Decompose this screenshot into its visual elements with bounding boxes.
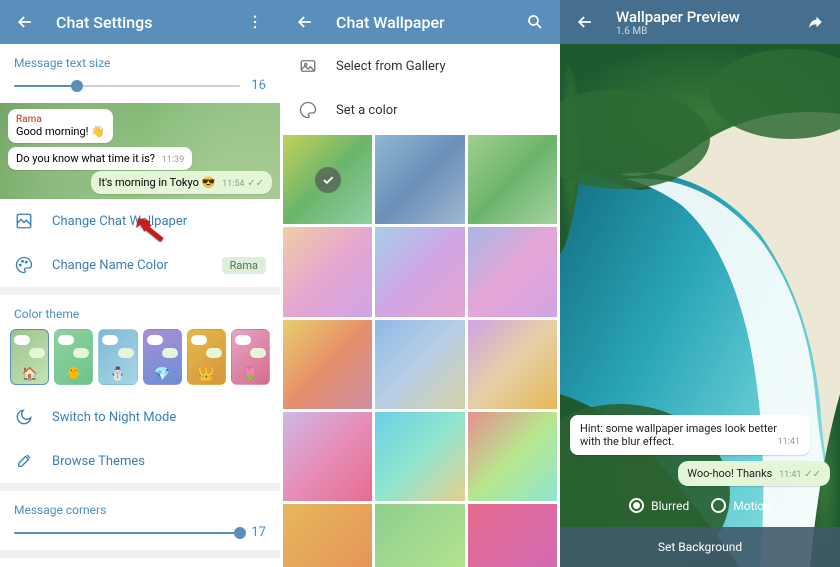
gallery-label: Select from Gallery [336, 59, 446, 74]
theme-chip[interactable]: 🏠 [10, 329, 49, 385]
header: Wallpaper Preview 1.6 MB [560, 0, 840, 44]
chat-settings-screen: Chat Settings Message text size 16 Rama … [0, 0, 280, 567]
hint-text: Hint: some wallpaper images look better … [580, 422, 777, 448]
change-name-color-row[interactable]: Change Name Color Rama [0, 243, 280, 287]
wallpaper-tile[interactable] [375, 227, 464, 316]
theme-chip[interactable]: 👑 [187, 329, 226, 385]
wallpaper-tile[interactable] [375, 320, 464, 409]
wallpaper-icon [14, 211, 34, 231]
checks-icon: ✓✓ [804, 469, 821, 480]
corners-value: 17 [250, 525, 266, 540]
check-icon [315, 167, 341, 193]
wallpaper-tile[interactable] [375, 412, 464, 501]
search-icon[interactable] [524, 11, 546, 33]
browse-themes-label: Browse Themes [52, 454, 145, 469]
text-size-value: 16 [250, 78, 266, 93]
text-size-slider[interactable]: 16 [0, 78, 280, 103]
theme-row: 🏠🐥⛄💎👑🌷 [0, 329, 280, 395]
motion-toggle[interactable]: Motion [711, 498, 771, 513]
chat-wallpaper-screen: Chat Wallpaper Select from Gallery Set a… [280, 0, 560, 567]
preview-msg2: Do you know what time it is? [16, 152, 155, 165]
back-icon[interactable] [14, 11, 36, 33]
corners-slider[interactable]: 17 [0, 525, 280, 550]
blurred-label: Blurred [651, 499, 689, 513]
radio-icon [711, 498, 726, 513]
wallpaper-tile[interactable] [468, 412, 557, 501]
night-mode-label: Switch to Night Mode [52, 410, 176, 425]
wallpaper-tile[interactable] [283, 504, 372, 567]
theme-chip[interactable]: 🌷 [231, 329, 270, 385]
preview-msg3-time: 11:54 [222, 179, 244, 189]
gallery-icon [298, 56, 318, 76]
wallpaper-tile[interactable] [375, 504, 464, 567]
reply-time: 11:41 [779, 470, 801, 480]
radio-icon [629, 498, 644, 513]
palette-icon [298, 100, 318, 120]
wallpaper-tile[interactable] [468, 320, 557, 409]
toggle-row: Blurred Motion [629, 498, 771, 513]
wallpaper-tile[interactable] [468, 227, 557, 316]
motion-label: Motion [733, 499, 771, 513]
page-title: Chat Settings [56, 13, 244, 32]
select-from-gallery-row[interactable]: Select from Gallery [280, 44, 560, 88]
theme-chip[interactable]: ⛄ [98, 329, 137, 385]
browse-themes-row[interactable]: Browse Themes [0, 439, 280, 483]
chat-list-view-label: Chat list view [0, 558, 280, 567]
moon-icon [14, 407, 34, 427]
wallpaper-preview: Hint: some wallpaper images look better … [560, 44, 840, 567]
preview-msg3: It's morning in Tokyo 😎 [99, 176, 216, 189]
set-color-row[interactable]: Set a color [280, 88, 560, 132]
wallpaper-tile[interactable] [375, 135, 464, 224]
header: Chat Settings [0, 0, 280, 44]
header: Chat Wallpaper [280, 0, 560, 44]
wallpaper-tile[interactable] [468, 504, 557, 567]
change-wallpaper-row[interactable]: Change Chat Wallpaper [0, 199, 280, 243]
page-title: Chat Wallpaper [336, 13, 524, 32]
wallpaper-tile[interactable] [283, 135, 372, 224]
night-mode-row[interactable]: Switch to Night Mode [0, 395, 280, 439]
theme-chip[interactable]: 🐥 [54, 329, 93, 385]
corners-label: Message corners [0, 491, 280, 525]
name-badge: Rama [222, 257, 266, 274]
wallpaper-tile[interactable] [468, 135, 557, 224]
reply-bubble: Woo-hoo! Thanks 11:41 ✓✓ [678, 461, 830, 486]
wallpaper-tile[interactable] [283, 227, 372, 316]
color-theme-label: Color theme [0, 295, 280, 329]
page-title: Wallpaper Preview [616, 8, 804, 26]
share-icon[interactable] [804, 11, 826, 33]
checks-icon: ✓✓ [247, 178, 264, 189]
brush-icon [14, 451, 34, 471]
back-icon[interactable] [574, 11, 596, 33]
hint-bubble: Hint: some wallpaper images look better … [570, 415, 810, 455]
wallpaper-preview-screen: Wallpaper Preview 1.6 MB [560, 0, 840, 567]
change-name-label: Change Name Color [52, 258, 168, 273]
palette-icon [14, 255, 34, 275]
file-size: 1.6 MB [616, 26, 804, 37]
set-background-button[interactable]: Set Background [560, 527, 840, 567]
preview-sender: Rama [16, 114, 105, 125]
reply-text: Woo-hoo! Thanks [687, 467, 772, 480]
hint-time: 11:41 [778, 437, 800, 447]
preview-msg2-time: 11:39 [162, 155, 184, 165]
wallpaper-tile[interactable] [283, 320, 372, 409]
preview-msg1: Good morning! 👋 [16, 125, 105, 138]
back-icon[interactable] [294, 11, 316, 33]
chat-preview: Rama Good morning! 👋 Do you know what ti… [0, 103, 280, 199]
blurred-toggle[interactable]: Blurred [629, 498, 689, 513]
more-icon[interactable] [244, 11, 266, 33]
change-wallpaper-label: Change Chat Wallpaper [52, 214, 187, 229]
text-size-label: Message text size [0, 44, 280, 78]
wallpaper-grid [280, 132, 560, 567]
set-color-label: Set a color [336, 103, 398, 118]
theme-chip[interactable]: 💎 [143, 329, 182, 385]
wallpaper-tile[interactable] [283, 412, 372, 501]
